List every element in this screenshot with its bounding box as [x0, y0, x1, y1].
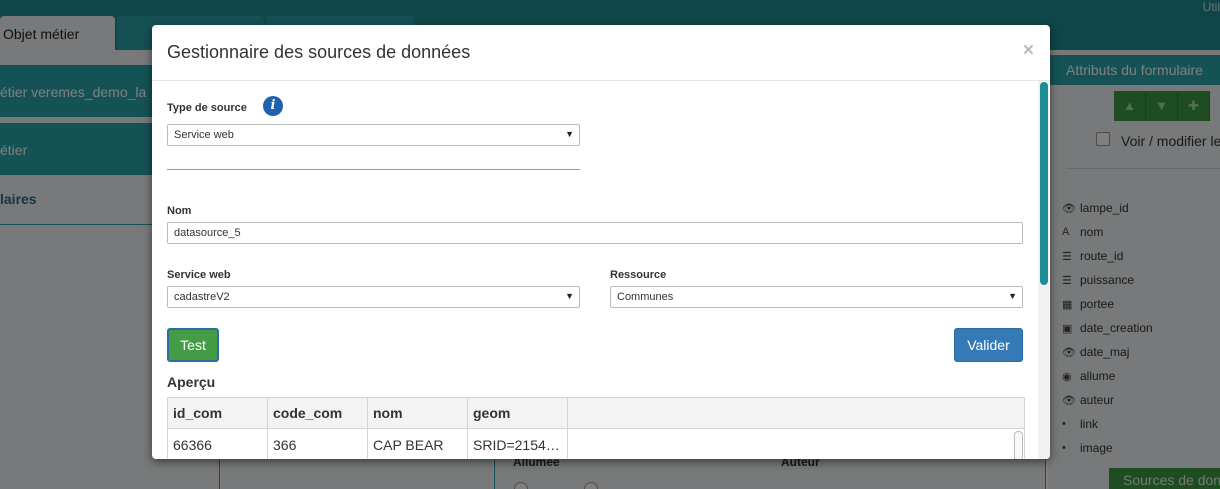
column-header[interactable]: nom [368, 398, 468, 428]
table-cell: 66366 [168, 429, 268, 459]
nom-label: Nom [167, 205, 192, 217]
service-web-select[interactable]: cadastreV2 ▼ [167, 286, 580, 308]
modal-title: Gestionnaire des sources de données [167, 42, 471, 62]
grid-scrollbar[interactable] [1014, 431, 1023, 459]
test-button[interactable]: Test [167, 328, 219, 362]
chevron-down-icon: ▼ [565, 129, 574, 139]
divider [167, 169, 580, 170]
datasource-manager-modal: Gestionnaire des sources de données × Ty… [152, 25, 1050, 459]
nom-input[interactable]: datasource_5 [167, 222, 1023, 244]
modal-header: Gestionnaire des sources de données × [152, 25, 1050, 81]
table-row[interactable]: 66366 366 CAP BEAR SRID=2154… [168, 429, 1024, 459]
type-source-label: Type de source [167, 102, 247, 114]
apercu-title: Aperçu [167, 374, 216, 390]
preview-grid: id_com code_com nom geom 66366 366 CAP B… [167, 397, 1025, 459]
column-header[interactable]: code_com [268, 398, 368, 428]
ressource-label: Ressource [610, 269, 667, 281]
service-web-label: Service web [167, 269, 231, 281]
ressource-select[interactable]: Communes ▼ [610, 286, 1023, 308]
modal-scrollbar-thumb[interactable] [1040, 82, 1048, 285]
column-header[interactable]: id_com [168, 398, 268, 428]
table-cell: 366 [268, 429, 368, 459]
service-web-value: cadastreV2 [174, 291, 230, 303]
grid-header: id_com code_com nom geom [168, 398, 1024, 429]
type-source-select[interactable]: Service web ▼ [167, 124, 580, 146]
table-cell: SRID=2154… [468, 429, 568, 459]
column-header[interactable]: geom [468, 398, 568, 428]
close-icon[interactable]: × [1023, 40, 1034, 62]
chevron-down-icon: ▼ [1008, 291, 1017, 301]
valider-button[interactable]: Valider [954, 328, 1023, 362]
ressource-value: Communes [617, 291, 674, 303]
info-icon[interactable]: i [263, 96, 283, 116]
chevron-down-icon: ▼ [565, 291, 574, 301]
type-source-value: Service web [174, 129, 234, 141]
table-cell: CAP BEAR [368, 429, 468, 459]
